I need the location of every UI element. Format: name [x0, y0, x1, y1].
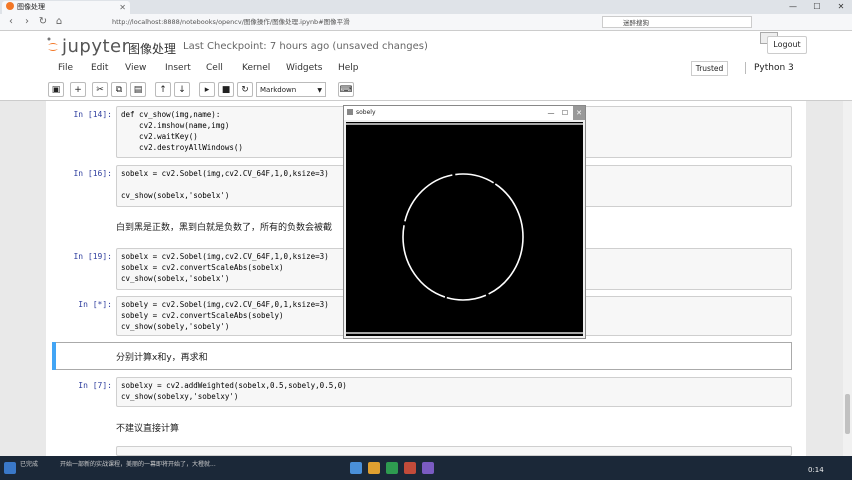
scrollbar-thumb[interactable]	[845, 394, 850, 434]
url-field[interactable]: http://localhost:8888/notebooks/opencv/图…	[112, 16, 592, 28]
browser-search-input[interactable]: 迷醉搜狗	[602, 16, 752, 28]
jupyter-logo-icon	[47, 37, 58, 51]
cell-prompt: In [19]:	[73, 252, 112, 261]
taskbar-app-icon[interactable]	[404, 462, 416, 474]
cell-prompt: In [*]:	[78, 300, 112, 309]
menu-edit[interactable]: Edit	[91, 63, 108, 73]
cv-maximize-icon[interactable]: ☐	[559, 106, 571, 120]
forward-icon[interactable]: ›	[20, 15, 34, 29]
tab-close-icon[interactable]: ✕	[119, 1, 126, 14]
cell-prompt: In [14]:	[73, 110, 112, 119]
code-input-partial[interactable]	[116, 446, 792, 456]
cell-type-value: Markdown	[260, 86, 297, 94]
checkpoint-status: Last Checkpoint: 7 hours ago (unsaved ch…	[183, 41, 428, 52]
cv-minimize-icon[interactable]: —	[545, 106, 557, 120]
keyboard-icon[interactable]: ⌨	[338, 82, 354, 97]
kernel-name: Python 3	[754, 63, 794, 73]
markdown-text: 分别计算x和y，再求和	[116, 353, 208, 363]
save-icon[interactable]: ▣	[48, 82, 64, 97]
menu-cell[interactable]: Cell	[206, 63, 223, 73]
taskbar-app-icon[interactable]	[422, 462, 434, 474]
menu-file[interactable]: File	[58, 63, 73, 73]
status-message: 开始一部新的实战课程，美丽的一幕即将开始了，大橙就...	[60, 461, 216, 468]
trusted-badge[interactable]: Trusted	[691, 61, 728, 76]
paste-icon[interactable]: ▤	[130, 82, 146, 97]
cut-icon[interactable]: ✂	[92, 82, 108, 97]
close-window-icon[interactable]: ✕	[830, 0, 852, 14]
selected-cell-indicator	[52, 342, 56, 370]
menu-kernel[interactable]: Kernel	[242, 63, 270, 73]
home-icon[interactable]: ⌂	[52, 15, 66, 29]
restart-icon[interactable]: ↻	[237, 82, 253, 97]
markdown-text: 白到黑是正数，黑到白就是负数了，所有的负数会被截	[116, 223, 333, 233]
browser-tab-title: 图像处理	[17, 3, 45, 11]
cell-prompt: In [16]:	[73, 169, 112, 178]
sobel-output-image	[346, 122, 583, 336]
copy-icon[interactable]: ⧉	[111, 82, 127, 97]
taskbar-app-icon[interactable]	[386, 462, 398, 474]
move-down-icon[interactable]: ↓	[174, 82, 190, 97]
menu-insert[interactable]: Insert	[165, 63, 191, 73]
maximize-icon[interactable]: ☐	[806, 0, 828, 14]
menu-view[interactable]: View	[125, 63, 146, 73]
menu-widgets[interactable]: Widgets	[286, 63, 322, 73]
cell-prompt: In [7]:	[78, 381, 112, 390]
menu-help[interactable]: Help	[338, 63, 359, 73]
jupyter-favicon-icon	[6, 2, 14, 10]
chevron-down-icon: ▼	[317, 87, 322, 94]
sobel-edge-circle	[346, 123, 583, 334]
notebook-name[interactable]: 图像处理	[128, 40, 176, 57]
minimize-icon[interactable]: —	[782, 0, 804, 14]
status-text: 已完成	[20, 461, 39, 468]
markdown-text: 不建议直接计算	[116, 424, 180, 434]
opencv-window[interactable]: sobely — ☐ ✕	[343, 105, 586, 339]
interrupt-icon[interactable]: ■	[218, 82, 234, 97]
add-cell-icon[interactable]: +	[70, 82, 86, 97]
kernel-divider	[745, 62, 746, 74]
opencv-window-titlebar[interactable]: sobely — ☐ ✕	[344, 106, 585, 120]
run-icon[interactable]: ▸	[199, 82, 215, 97]
taskbar-app-icon[interactable]	[350, 462, 362, 474]
jupyter-logo-text[interactable]: jupyter	[62, 36, 130, 57]
window-app-icon	[347, 109, 353, 115]
cv-close-icon[interactable]: ✕	[573, 106, 585, 120]
code-input[interactable]: sobelxy = cv2.addWeighted(sobelx,0.5,sob…	[116, 377, 792, 407]
logout-button[interactable]: Logout	[767, 36, 807, 54]
cell-type-select[interactable]: Markdown ▼	[256, 82, 326, 97]
browser-tab[interactable]: 图像处理 ✕	[2, 1, 130, 14]
clock: 0:14	[808, 466, 824, 474]
move-up-icon[interactable]: ↑	[155, 82, 171, 97]
refresh-icon[interactable]: ↻	[36, 15, 50, 29]
start-icon[interactable]	[4, 462, 16, 474]
taskbar-app-icon[interactable]	[368, 462, 380, 474]
back-icon[interactable]: ‹	[4, 15, 18, 29]
opencv-window-title: sobely	[356, 109, 376, 116]
